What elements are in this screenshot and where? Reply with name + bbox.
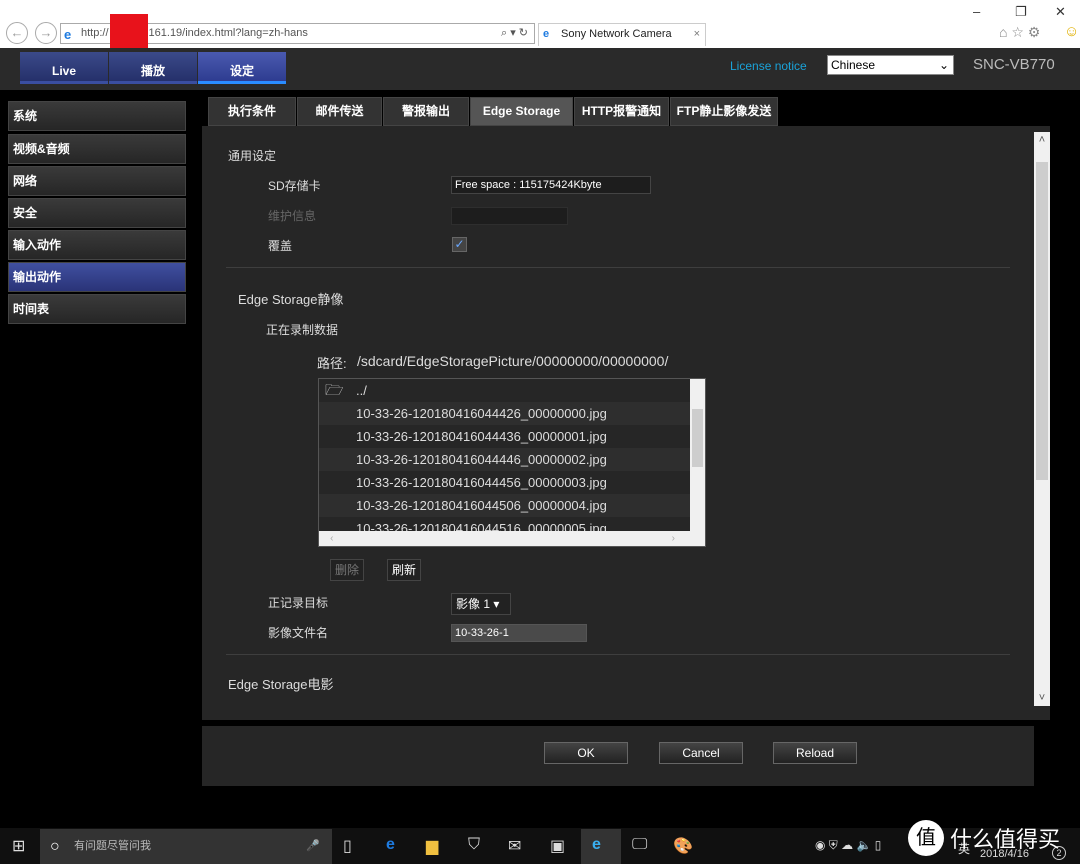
- section-general-title: 通用设定: [228, 149, 277, 163]
- file-list[interactable]: 🗁 ../ 10-33-26-120180416044426_00000000.j…: [318, 378, 706, 547]
- sidebar-item-schedule[interactable]: 时间表: [8, 294, 186, 324]
- sidebar-item-system[interactable]: 系统: [8, 101, 186, 131]
- browser-tab[interactable]: e Sony Network Camera ×: [538, 23, 706, 46]
- tab-title: Sony Network Camera: [561, 28, 672, 40]
- list-item[interactable]: 10-33-26-120180416044516_00000005.jpg: [319, 517, 691, 532]
- overwrite-checkbox[interactable]: ✓: [452, 237, 467, 252]
- smiley-icon[interactable]: ☺: [1064, 23, 1079, 40]
- license-notice-link[interactable]: License notice: [730, 59, 807, 73]
- delete-button[interactable]: 删除: [330, 559, 365, 581]
- maintenance-field: [451, 207, 568, 225]
- redaction-mark: [110, 14, 148, 48]
- tab-mail[interactable]: 邮件传送: [297, 97, 382, 126]
- sidebar-item-security[interactable]: 安全: [8, 198, 186, 228]
- tab-conditions[interactable]: 执行条件: [208, 97, 296, 126]
- tab-http-alarm[interactable]: HTTP报警通知: [574, 97, 669, 126]
- chevron-down-icon: ⌄: [938, 58, 949, 72]
- sidebar-item-video-audio[interactable]: 视频&音频: [8, 134, 186, 164]
- search-refresh-icon[interactable]: ⌕ ▾ ↻: [501, 24, 528, 43]
- list-item[interactable]: 10-33-26-120180416044426_00000000.jpg: [319, 402, 691, 425]
- list-item-parent[interactable]: 🗁 ../: [319, 379, 691, 402]
- nav-settings[interactable]: 设定: [198, 52, 286, 84]
- cancel-button[interactable]: Cancel: [659, 742, 743, 764]
- cortana-icon: ○: [50, 838, 60, 855]
- ie-icon: e: [543, 28, 550, 40]
- mail-icon[interactable]: ✉: [508, 836, 521, 856]
- windows-start-icon[interactable]: ⊞: [12, 836, 25, 856]
- url-text: 161.19/index.html?lang=zh-hans: [148, 27, 308, 39]
- language-value: Chinese: [831, 58, 876, 72]
- nav-live[interactable]: Live: [20, 52, 108, 84]
- sd-card-label: SD存储卡: [268, 179, 321, 193]
- microphone-icon[interactable]: 🎤: [306, 829, 320, 864]
- record-target-select[interactable]: 影像 1 ▾: [451, 593, 511, 615]
- reload-button[interactable]: Reload: [773, 742, 857, 764]
- panel-scrollbar[interactable]: ˄ ˅: [1034, 132, 1050, 706]
- image-filename-label: 影像文件名: [268, 626, 329, 640]
- section-movie-title: Edge Storage电影: [228, 677, 334, 692]
- tab-edge-storage[interactable]: Edge Storage: [470, 97, 573, 126]
- close-button[interactable]: ✕: [1055, 4, 1066, 20]
- file-explorer-icon[interactable]: ▆: [426, 836, 438, 856]
- forward-icon[interactable]: →: [35, 22, 57, 44]
- list-item[interactable]: 10-33-26-120180416044436_00000001.jpg: [319, 425, 691, 448]
- record-target-value: 影像 1: [456, 597, 491, 611]
- watermark-text: 什么值得买: [950, 827, 1061, 852]
- edge-icon[interactable]: e: [386, 836, 395, 854]
- home-star-gear-icons[interactable]: ⌂ ☆ ⚙: [999, 24, 1040, 41]
- list-item[interactable]: 10-33-26-120180416044446_00000002.jpg: [319, 448, 691, 471]
- monitor-icon[interactable]: 🖵: [632, 836, 647, 854]
- section-still-title: Edge Storage静像: [238, 292, 344, 307]
- path-label: 路径:: [317, 356, 347, 371]
- image-filename-input[interactable]: 10-33-26-1: [451, 624, 587, 642]
- refresh-button[interactable]: 刷新: [387, 559, 422, 581]
- overwrite-label: 覆盖: [268, 239, 293, 253]
- sidebar-item-network[interactable]: 网络: [8, 166, 186, 196]
- divider: [226, 654, 1010, 655]
- tab-alarm-output[interactable]: 警报输出: [383, 97, 469, 126]
- restore-button[interactable]: ❐: [1015, 4, 1027, 20]
- language-select[interactable]: Chinese ⌄: [827, 55, 954, 75]
- nav-playback[interactable]: 播放: [109, 52, 197, 84]
- model-name: SNC-VB770: [973, 56, 1055, 73]
- maintenance-label: 维护信息: [268, 209, 317, 223]
- folder-open-icon: 🗁: [325, 382, 344, 399]
- store-icon[interactable]: ⛉: [468, 836, 480, 854]
- back-icon[interactable]: ←: [6, 22, 28, 44]
- tray-icons[interactable]: ◉ ⛨ ☁ 🔈 ▯: [815, 838, 881, 853]
- ie-icon: e: [64, 27, 72, 42]
- paint-icon[interactable]: 🎨: [673, 836, 693, 856]
- taskbar-search[interactable]: ○ 有问题尽管问我 🎤: [40, 829, 332, 864]
- ie-taskbar-icon[interactable]: e: [592, 836, 601, 854]
- tab-close-icon[interactable]: ×: [694, 24, 700, 45]
- path-value: /sdcard/EdgeStoragePicture/00000000/0000…: [357, 353, 669, 369]
- divider: [226, 267, 1010, 268]
- sidebar-item-output-action[interactable]: 输出动作: [8, 262, 186, 292]
- list-item[interactable]: 10-33-26-120180416044506_00000004.jpg: [319, 494, 691, 517]
- minimize-button[interactable]: –: [973, 4, 980, 19]
- dropdown-arrow-icon: ▾: [493, 597, 500, 611]
- parent-dir: ../: [356, 383, 367, 398]
- search-placeholder: 有问题尽管问我: [74, 840, 151, 852]
- ie-taskbar-highlight: [581, 829, 621, 864]
- url-prefix: http://: [81, 27, 109, 39]
- terminal-icon[interactable]: ▣: [550, 836, 565, 856]
- ok-button[interactable]: OK: [544, 742, 628, 764]
- list-horizontal-scrollbar[interactable]: ‹ ›: [319, 531, 705, 546]
- sidebar-item-input-action[interactable]: 输入动作: [8, 230, 186, 260]
- record-target-label: 正记录目标: [268, 596, 329, 610]
- recording-data-label: 正在录制数据: [266, 323, 339, 337]
- watermark-logo: 值: [908, 820, 944, 856]
- sd-free-space: Free space : 115175424Kbyte: [451, 176, 651, 194]
- tab-ftp-still[interactable]: FTP静止影像发送: [670, 97, 778, 126]
- list-item[interactable]: 10-33-26-120180416044456_00000003.jpg: [319, 471, 691, 494]
- list-vertical-scrollbar[interactable]: [690, 379, 705, 531]
- task-view-icon[interactable]: ▯: [343, 836, 352, 856]
